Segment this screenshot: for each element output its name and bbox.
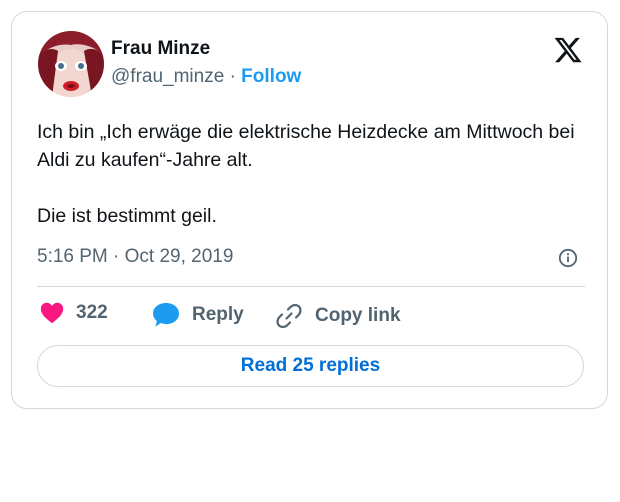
- like-count: 322: [76, 302, 108, 323]
- tweet-text-line: Ich bin „Ich erwäge die elektrische Heiz…: [37, 121, 575, 171]
- separator-dot: ·: [229, 66, 236, 87]
- tweet-card: Frau Minze @frau_minze · Follow Ich bin …: [11, 11, 608, 409]
- reply-button[interactable]: Reply: [152, 302, 244, 328]
- follow-button[interactable]: Follow: [241, 66, 301, 87]
- x-logo-icon[interactable]: [553, 35, 583, 65]
- like-button[interactable]: 322: [40, 302, 108, 324]
- read-replies-label: Read 25 replies: [240, 355, 381, 376]
- divider: [37, 286, 585, 287]
- reply-bubble-icon: [153, 303, 179, 327]
- read-replies-button[interactable]: Read 25 replies: [37, 345, 584, 387]
- tweet-text-line: Die ist bestimmt geil.: [37, 205, 217, 227]
- tweet-text: Ich bin „Ich erwäge die elektrische Heiz…: [37, 118, 592, 230]
- tweet-timestamp[interactable]: 5:16 PM · Oct 29, 2019: [37, 246, 233, 268]
- author-handle[interactable]: @frau_minze: [111, 66, 224, 87]
- avatar[interactable]: [38, 31, 104, 97]
- heart-icon: [40, 302, 64, 324]
- author-name[interactable]: Frau Minze: [111, 38, 210, 60]
- link-icon: [276, 303, 302, 329]
- copy-link-button[interactable]: Copy link: [275, 302, 401, 330]
- copy-link-label: Copy link: [315, 305, 401, 326]
- handle-row: @frau_minze · Follow: [111, 66, 301, 88]
- reply-label: Reply: [192, 304, 244, 325]
- info-icon[interactable]: [558, 248, 578, 268]
- avatar-image: [38, 31, 104, 97]
